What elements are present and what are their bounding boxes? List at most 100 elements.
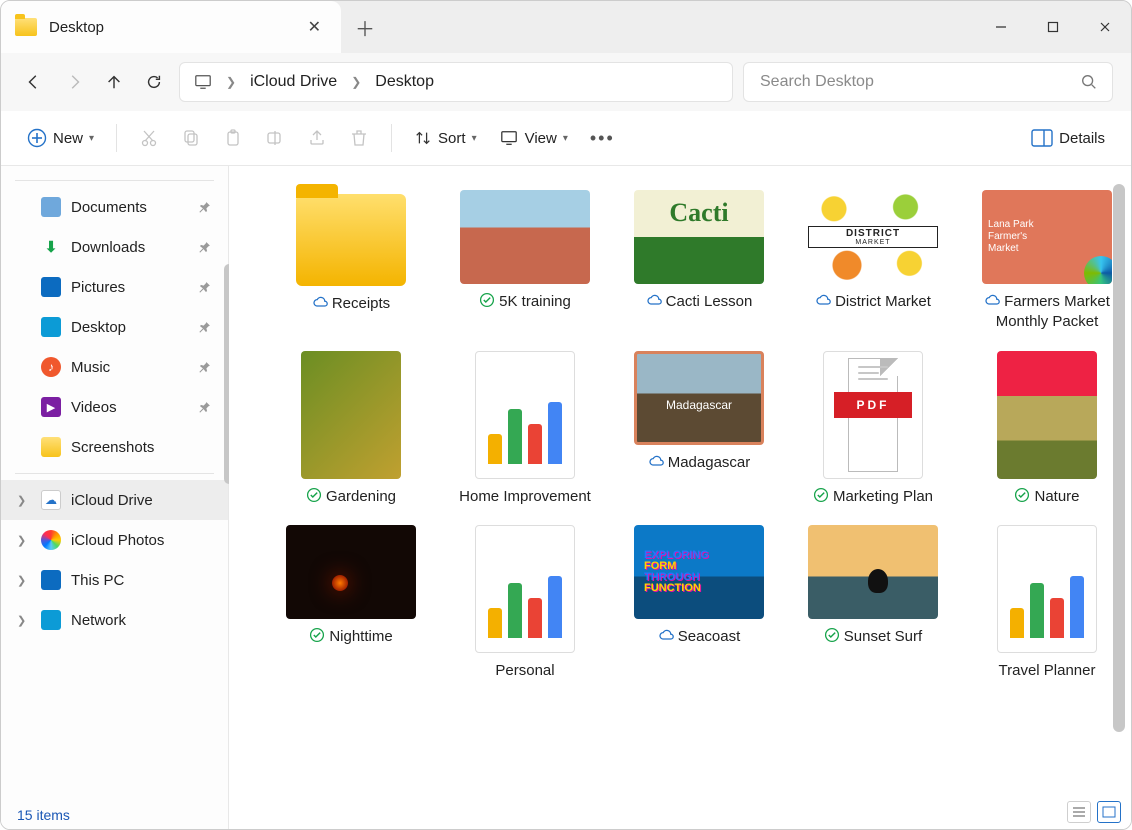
view-list-button[interactable] [1067,801,1091,823]
sidebar-loc-icloud-photos[interactable]: ❯iCloud Photos [1,520,228,560]
chevron-right-icon[interactable]: ❯ [17,574,31,587]
item-caption: 5K training [479,292,571,312]
back-button[interactable] [19,67,49,97]
cut-button[interactable] [131,120,167,156]
icloud-icon: ☁ [41,490,61,510]
cloud-status-icon [648,453,664,469]
minimize-button[interactable] [975,1,1027,53]
view-button[interactable]: View ▾ [491,120,576,156]
thumbnail [475,525,575,653]
share-button[interactable] [299,120,335,156]
refresh-button[interactable] [139,67,169,97]
chevron-down-icon: ▾ [89,133,94,144]
thumbnail [475,351,575,479]
file-item[interactable]: Home Improvement [445,351,605,507]
chevron-down-icon: ▾ [472,133,477,144]
forward-button[interactable] [59,67,89,97]
close-tab-button[interactable]: ✕ [302,13,327,41]
thumbnail: EXPLORINGFORMTHROUGHFUNCTION [634,525,764,619]
cloud-status-icon [646,292,662,308]
item-caption: Receipts [312,294,390,314]
thumbnail [286,525,416,619]
sidebar: Documents ⬇ Downloads Pictures Desktop ♪Music… [1,166,229,829]
sidebar-quick-downloads[interactable]: ⬇ Downloads [1,227,228,267]
nav-row: ❯ iCloud Drive ❯ Desktop [1,53,1131,111]
file-item[interactable]: EXPLORINGFORMTHROUGHFUNCTIONSeacoast [619,525,779,681]
new-button[interactable]: New ▾ [19,120,102,156]
sidebar-quick-music[interactable]: ♪Music [1,347,228,387]
sidebar-quick-videos[interactable]: ▶Videos [1,387,228,427]
item-caption: Sunset Surf [824,627,922,647]
file-item[interactable]: Nighttime [271,525,431,681]
tab-title: Desktop [49,19,290,36]
file-item[interactable]: Sunset Surf [793,525,953,681]
thumbnail [301,351,401,479]
breadcrumb-seg-1[interactable]: Desktop [375,73,434,91]
file-item[interactable]: Receipts [271,190,431,333]
pic-icon [41,277,61,297]
file-item[interactable]: Gardening [271,351,431,507]
thumbnail: DISTRICTMARKET [808,190,938,284]
file-item[interactable]: PDFMarketing Plan [793,351,953,507]
synced-status-icon [479,292,495,308]
up-button[interactable] [99,67,129,97]
chevron-down-icon: ▾ [563,133,568,144]
breadcrumb-seg-0[interactable]: iCloud Drive [250,73,337,91]
tab-desktop[interactable]: Desktop ✕ [1,1,341,53]
delete-button[interactable] [341,120,377,156]
thumbnail [460,190,590,284]
chevron-right-icon[interactable]: ❯ [17,534,31,547]
thumbnail [997,351,1097,479]
maximize-button[interactable] [1027,1,1079,53]
file-item[interactable]: Lana Park Farmer's MarketFarmers Market … [967,190,1127,333]
item-caption: Marketing Plan [813,487,933,507]
synced-status-icon [1014,487,1030,503]
file-item[interactable]: DISTRICTMARKETDistrict Market [793,190,953,333]
dl-icon: ⬇ [41,237,61,257]
file-item[interactable]: Personal [445,525,605,681]
sidebar-quick-documents[interactable]: Documents [1,187,228,227]
item-caption: Nighttime [309,627,392,647]
file-item[interactable]: Nature [967,351,1127,507]
sidebar-loc-this-pc[interactable]: ❯This PC [1,560,228,600]
sidebar-loc-icloud-drive[interactable]: ❯☁iCloud Drive [1,480,228,520]
synced-status-icon [813,487,829,503]
search-box[interactable] [743,62,1113,102]
synced-status-icon [309,627,325,643]
new-tab-button[interactable]: ＋ [341,1,389,53]
file-item[interactable]: CactiCacti Lesson [619,190,779,333]
item-caption: Gardening [306,487,396,507]
pin-icon [198,200,212,214]
sort-button[interactable]: Sort ▾ [406,120,485,156]
content-scrollbar[interactable] [1113,184,1125,732]
view-icons-button[interactable] [1097,801,1121,823]
file-item[interactable]: 5K training [445,190,605,333]
more-button[interactable]: ••• [582,120,623,156]
synced-status-icon [824,627,840,643]
item-name: Gardening [326,488,396,505]
paste-button[interactable] [215,120,251,156]
thumbnail [997,525,1097,653]
file-item[interactable]: MadagascarMadagascar [619,351,779,507]
sidebar-quick-pictures[interactable]: Pictures [1,267,228,307]
chevron-right-icon[interactable]: ❯ [17,494,31,507]
search-input[interactable] [758,72,1080,92]
cloud-status-icon [312,294,328,310]
item-caption: Travel Planner [999,661,1096,681]
sidebar-loc-network[interactable]: ❯Network [1,600,228,640]
address-bar[interactable]: ❯ iCloud Drive ❯ Desktop [179,62,733,102]
item-caption: Cacti Lesson [646,292,753,312]
file-item[interactable]: Travel Planner [967,525,1127,681]
doc-icon [41,197,61,217]
close-window-button[interactable] [1079,1,1131,53]
copy-button[interactable] [173,120,209,156]
chevron-right-icon[interactable]: ❯ [17,614,31,627]
sidebar-label: Videos [71,399,117,416]
sidebar-quick-screenshots[interactable]: Screenshots [1,427,228,467]
sidebar-label: Downloads [71,239,145,256]
rename-button[interactable] [257,120,293,156]
sidebar-quick-desktop[interactable]: Desktop [1,307,228,347]
details-pane-button[interactable]: Details [1023,120,1113,156]
sidebar-label: Desktop [71,319,126,336]
item-name: Cacti Lesson [666,293,753,310]
